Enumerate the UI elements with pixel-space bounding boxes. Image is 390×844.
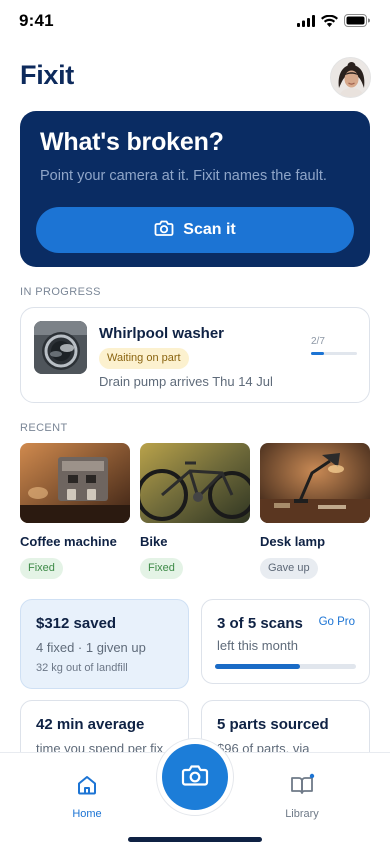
home-indicator [128,837,262,842]
status-badge: Gave up [260,558,318,579]
recent-item-name: Desk lamp [260,534,326,549]
scan-button[interactable]: Scan it [36,207,354,253]
job-title: Whirlpool washer [99,325,225,342]
job-note: Drain pump arrives Thu 14 Jul [99,374,273,389]
savings-card: $312 saved 4 fixed · 1 given up 32 kg ou… [20,599,189,689]
wifi-icon [321,14,338,32]
tab-home-label: Home [72,808,102,820]
status-badge: Fixed [140,558,183,579]
avatar[interactable] [330,57,371,98]
tab-library-label: Library [285,808,319,820]
in-progress-label: IN PROGRESS [20,286,101,298]
recent-item-name: Coffee machine [20,534,117,549]
scans-progress-fill [215,664,300,669]
job-progress-bar [311,352,357,355]
average-title: 42 min average [36,716,145,733]
tab-library[interactable]: Library [262,773,342,820]
washer-photo [34,321,87,374]
step-count: 2/7 [311,336,325,347]
go-pro-link[interactable]: Go Pro [319,616,355,628]
recent-item-name: Bike [140,534,168,549]
landfill-note: 32 kg out of landfill [36,662,128,674]
scans-progress-bar [215,664,356,669]
battery-icon [344,14,370,32]
status-badge: Waiting on part [99,348,189,369]
app-title: Fixit [20,60,75,90]
hero-card: What's broken? Point your camera at it. … [20,111,370,267]
scan-button-label: Scan it [183,221,236,238]
tab-home[interactable]: Home [47,773,127,820]
book-icon [289,773,315,801]
camera-icon [181,763,209,792]
desk-lamp-photo [260,443,370,523]
in-progress-card[interactable]: Whirlpool washer Waiting on part Drain p… [20,307,370,403]
status-time: 9:41 [19,11,54,30]
recent-label: RECENT [20,422,68,434]
savings-summary: 4 fixed · 1 given up [36,640,146,655]
coffee-machine-photo [20,443,130,523]
camera-icon [154,219,174,242]
status-badge: Fixed [20,558,63,579]
parts-title: 5 parts sourced [217,716,329,733]
recent-item[interactable]: Bike Fixed [140,443,250,579]
bike-photo [140,443,250,523]
scans-card: 3 of 5 scans Go Pro left this month [201,599,370,684]
recent-item[interactable]: Desk lamp Gave up [260,443,370,579]
hero-title: What's broken? [40,128,224,156]
signal-icon [297,14,315,32]
camera-button[interactable] [162,744,228,810]
recent-item[interactable]: Coffee machine Fixed [20,443,130,579]
status-bar: 9:41 [0,0,390,44]
hero-subtitle: Point your camera at it. Fixit names the… [40,168,327,184]
savings-title: $312 saved [36,615,117,632]
scans-title: 3 of 5 scans [217,615,303,632]
scans-note: left this month [217,638,298,653]
job-progress-fill [311,352,325,355]
home-icon [75,776,99,801]
status-icons [297,14,370,32]
